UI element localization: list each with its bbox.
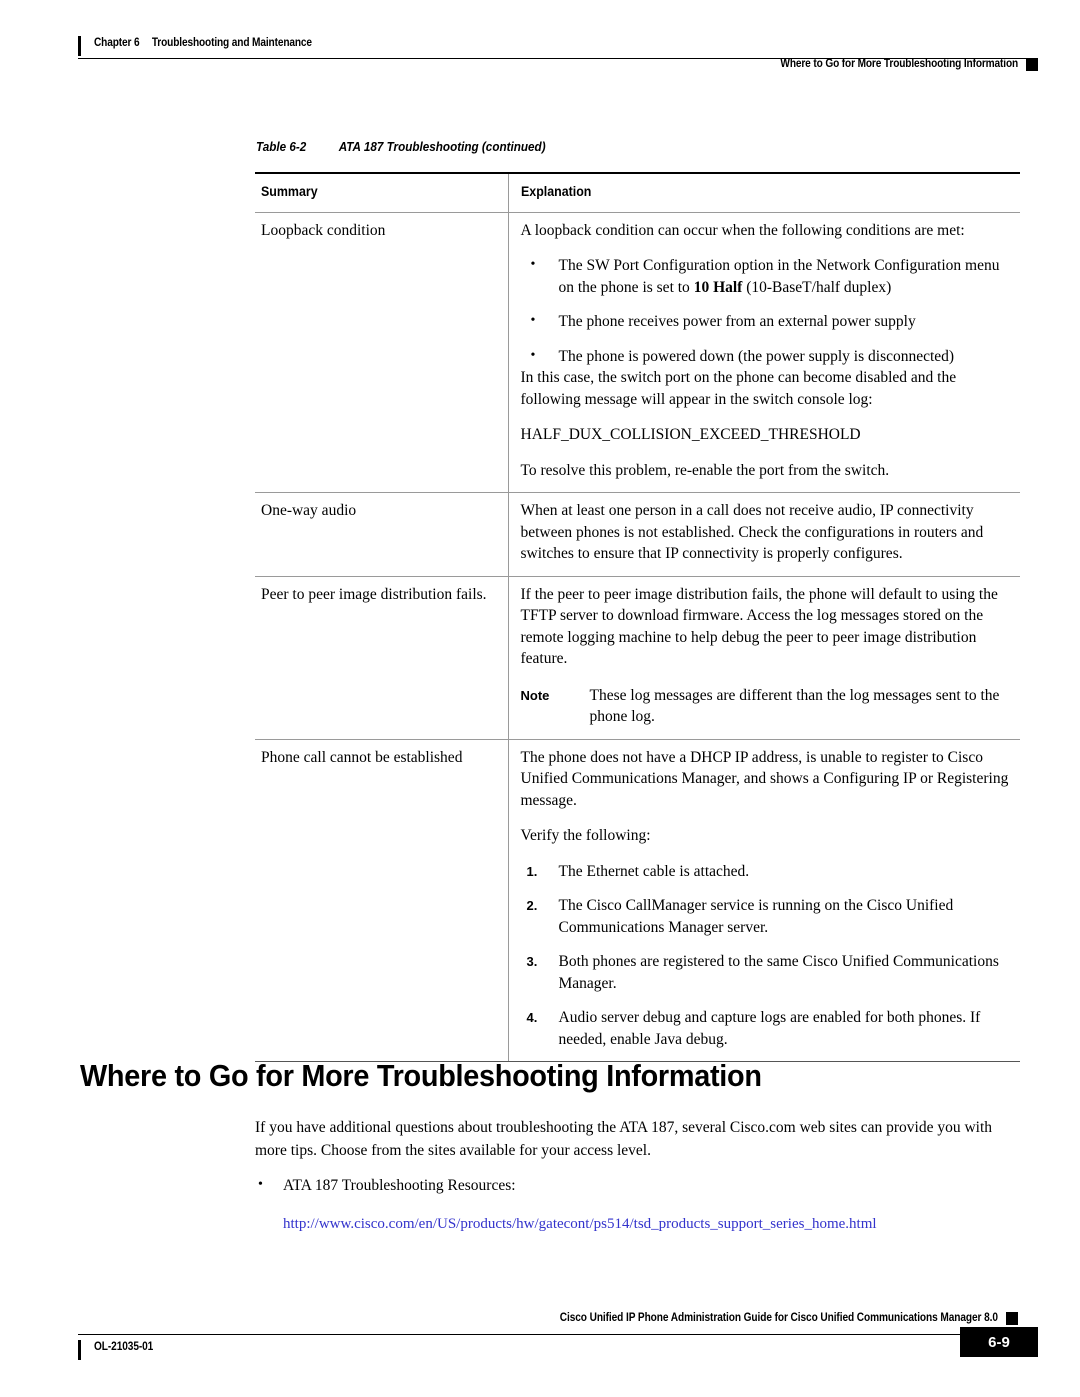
row-explanation: If the peer to peer image distribution f… <box>507 575 1020 739</box>
table-caption: Table 6-2 ATA 187 Troubleshooting (contin… <box>256 139 546 154</box>
row-explanation: When at least one person in a call does … <box>507 492 1020 576</box>
header-chapter-label: Chapter 6 <box>94 37 140 49</box>
list-item: 1. The Ethernet cable is attached. <box>521 861 1011 883</box>
list-item: 2. The Cisco CallManager service is runni… <box>521 895 1011 938</box>
header-chapter: Chapter 6 Troubleshooting and Maintenance <box>94 37 312 49</box>
resource-link[interactable]: http://www.cisco.com/en/US/products/hw/g… <box>255 1213 1020 1236</box>
row-summary: Phone call cannot be established <box>255 738 508 1062</box>
list-item-tail: (10-BaseT/half duplex) <box>742 278 892 296</box>
column-header-summary: Summary <box>255 172 508 212</box>
paragraph: If you have additional questions about t… <box>255 1119 993 1159</box>
paragraph: If the peer to peer image distribution f… <box>520 585 998 668</box>
list-item-text: The phone receives power from an externa… <box>558 313 916 330</box>
section-body: If you have additional questions about t… <box>255 1117 1020 1235</box>
bullet-list: • The SW Port Configuration option in the… <box>521 255 1011 367</box>
table-header-row: Summary Explanation <box>255 172 1020 212</box>
list-item-text: The phone is powered down (the power sup… <box>558 347 955 365</box>
table-row: Peer to peer image distribution fails. I… <box>255 575 1020 739</box>
table-row: One-way audio When at least one person i… <box>255 492 1020 576</box>
header-running-head: Where to Go for More Troubleshooting Inf… <box>780 58 1018 70</box>
list-item: • The phone is powered down (the power su… <box>521 346 1011 368</box>
row-summary: One-way audio <box>255 492 508 576</box>
footer-left-marker <box>78 1340 81 1360</box>
footer-rule <box>78 1334 984 1335</box>
list-item-text: The Ethernet cable is attached. <box>558 862 750 880</box>
table-row: Loopback condition A loopback condition … <box>255 211 1020 493</box>
list-item-text: Both phones are registered to the same C… <box>558 953 999 992</box>
bullet-icon: • <box>530 257 536 272</box>
footer-guide-title: Cisco Unified IP Phone Administration Gu… <box>559 1312 998 1324</box>
paragraph: In this case, the switch port on the pho… <box>520 369 957 408</box>
bullet-icon: • <box>258 1177 263 1192</box>
header-chapter-title: Troubleshooting and Maintenance <box>151 37 312 49</box>
table-caption-label: Table 6-2 <box>256 139 307 154</box>
list-item: • The phone receives power from an extern… <box>521 311 1011 333</box>
note-label: Note <box>520 687 550 703</box>
row-summary: Peer to peer image distribution fails. <box>255 575 508 739</box>
list-item-text: The Cisco CallManager service is running… <box>558 897 954 936</box>
row-summary: Loopback condition <box>255 211 508 493</box>
list-item: • ATA 187 Troubleshooting Resources: <box>255 1175 1020 1198</box>
step-number: 3. <box>526 954 538 969</box>
paragraph: The phone does not have a DHCP IP addres… <box>520 748 1009 809</box>
table-row: Phone call cannot be established The pho… <box>255 738 1020 1062</box>
bullet-icon: • <box>530 347 536 363</box>
list-item-emphasis: 10 Half <box>693 278 743 296</box>
document-page: Chapter 6 Troubleshooting and Maintenance… <box>0 0 1080 1397</box>
page-header: Chapter 6 Troubleshooting and Maintenance… <box>0 0 1080 80</box>
footer-page-number: 6-9 <box>960 1327 1038 1357</box>
list-item: • The SW Port Configuration option in the… <box>521 255 1011 298</box>
footer-square-marker <box>1006 1312 1018 1325</box>
numbered-list: 1. The Ethernet cable is attached. 2. The … <box>521 861 1011 1051</box>
bullet-icon: • <box>530 313 536 328</box>
footer-doc-id: OL-21035-01 <box>94 1341 154 1353</box>
troubleshooting-table: Summary Explanation Loopback condition A… <box>255 172 1020 1062</box>
paragraph: A loopback condition can occur when the … <box>520 221 965 239</box>
section-heading: Where to Go for More Troubleshooting Inf… <box>80 1058 762 1093</box>
row-explanation: The phone does not have a DHCP IP addres… <box>507 738 1020 1062</box>
table-caption-title: ATA 187 Troubleshooting (continued) <box>338 139 546 154</box>
step-number: 2. <box>526 898 538 913</box>
list-item-text: ATA 187 Troubleshooting Resources: <box>283 1177 516 1194</box>
paragraph: Verify the following: <box>520 827 651 844</box>
header-square-marker <box>1026 58 1038 71</box>
code-text: HALF_DUX_COLLISION_EXCEED_THRESHOLD <box>520 426 861 443</box>
note-text: These log messages are different than th… <box>589 686 1000 726</box>
paragraph: To resolve this problem, re-enable the p… <box>520 461 890 479</box>
note-block: Note These log messages are different th… <box>521 685 1011 728</box>
list-item: 4. Audio server debug and capture logs ar… <box>521 1007 1011 1050</box>
paragraph: When at least one person in a call does … <box>520 502 984 562</box>
step-number: 4. <box>526 1010 538 1025</box>
row-explanation: A loopback condition can occur when the … <box>507 211 1020 493</box>
step-number: 1. <box>526 863 538 879</box>
list-item: 3. Both phones are registered to the same… <box>521 951 1011 994</box>
header-left-marker <box>78 36 81 56</box>
column-header-explanation: Explanation <box>507 172 1020 212</box>
list-item-text: Audio server debug and capture logs are … <box>558 1009 981 1048</box>
